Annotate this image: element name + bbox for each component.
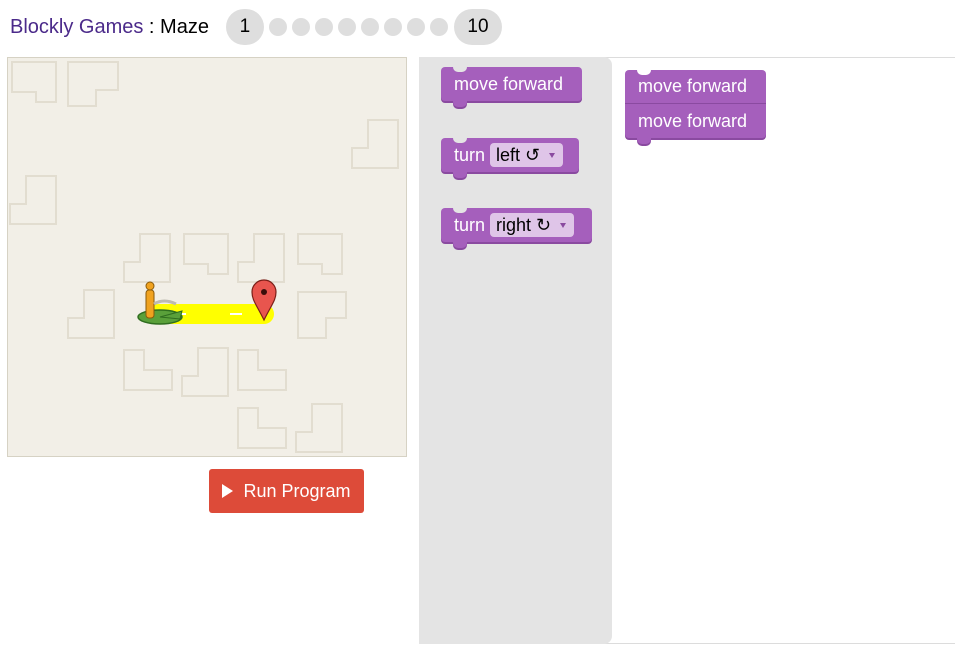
- block-notch: [637, 69, 651, 75]
- maze-wall-tiles: [9, 61, 399, 453]
- block-label: turn: [454, 144, 486, 165]
- maze-drawing: [9, 61, 399, 453]
- level-7-dot[interactable]: [384, 18, 403, 36]
- block-notch: [453, 207, 467, 213]
- dropdown-value: right ↻: [496, 214, 552, 235]
- block-notch: [453, 137, 467, 143]
- level-5-dot[interactable]: [338, 18, 357, 36]
- level-dots: [267, 18, 451, 36]
- dropdown-arrow-icon: [560, 222, 567, 228]
- block-notch: [453, 66, 467, 72]
- dropdown-arrow-icon: [549, 152, 556, 158]
- turn-direction-dropdown[interactable]: right ↻: [490, 213, 575, 237]
- turn-direction-dropdown[interactable]: left ↺: [490, 143, 564, 167]
- toolbox-block-turn-left[interactable]: turn left ↺: [441, 137, 579, 178]
- block-label: turn: [454, 214, 486, 235]
- run-program-button[interactable]: Run Program: [209, 469, 364, 513]
- workspace-block-move-forward-2[interactable]: move forward: [625, 104, 766, 144]
- level-10-button[interactable]: 10: [453, 9, 502, 45]
- level-2-dot[interactable]: [269, 18, 288, 36]
- toolbox-block-move-forward[interactable]: move forward: [441, 66, 582, 107]
- page-title: Blockly Games : Maze: [10, 16, 209, 39]
- title-separator: :: [143, 15, 161, 38]
- start-marker-icon: [137, 309, 183, 325]
- blockly-games-link[interactable]: Blockly Games: [10, 16, 143, 38]
- level-3-dot[interactable]: [292, 18, 311, 36]
- run-program-label: Run Program: [243, 480, 351, 501]
- block-label: move forward: [454, 73, 564, 94]
- block-label: move forward: [638, 76, 748, 96]
- play-icon: [222, 484, 234, 498]
- maze-canvas: [7, 57, 407, 457]
- toolbox-block-turn-right[interactable]: turn right ↻: [441, 207, 592, 248]
- block-label: move forward: [638, 110, 748, 131]
- level-4-dot[interactable]: [315, 18, 334, 36]
- level-selector: 1 10: [225, 9, 502, 45]
- level-9-dot[interactable]: [430, 18, 449, 36]
- level-8-dot[interactable]: [407, 18, 426, 36]
- dropdown-value: left ↺: [496, 144, 541, 165]
- game-name: Maze: [160, 15, 209, 38]
- workspace-block-move-forward-1[interactable]: move forward: [625, 69, 766, 104]
- header: Blockly Games : Maze 1 10: [10, 8, 502, 46]
- level-6-dot[interactable]: [361, 18, 380, 36]
- level-1-button[interactable]: 1: [225, 9, 264, 45]
